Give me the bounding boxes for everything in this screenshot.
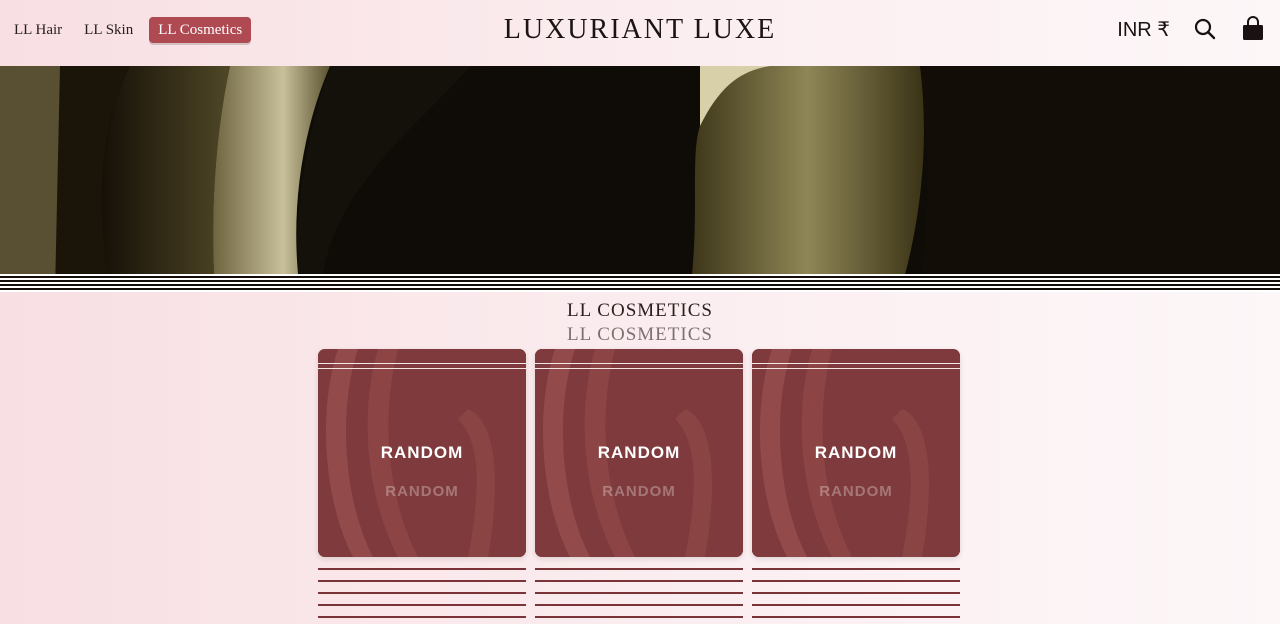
- product-card[interactable]: RANDOM RANDOM: [535, 349, 743, 620]
- card-label-echo: RANDOM: [385, 483, 459, 500]
- hero-banner: [0, 66, 1280, 292]
- card-label-echo: RANDOM: [602, 483, 676, 500]
- section-title-echo: LL COSMETICS: [567, 324, 713, 340]
- card-footer: [752, 562, 960, 620]
- card-top-lines: [318, 363, 526, 373]
- card-label: RANDOM: [597, 443, 681, 462]
- hero-image: [0, 66, 1280, 292]
- currency-selector[interactable]: INR ₹: [1117, 17, 1170, 42]
- card-footer: [535, 562, 743, 620]
- card-image[interactable]: RANDOM RANDOM: [318, 349, 526, 557]
- site-header: LL Hair LL Skin LL Cosmetics LUXURIANT L…: [0, 0, 1280, 66]
- product-card[interactable]: RANDOM RANDOM: [318, 349, 526, 620]
- card-top-lines: [752, 363, 960, 373]
- search-icon[interactable]: [1192, 16, 1218, 42]
- site-logo[interactable]: LUXURIANT LUXE: [0, 14, 1280, 46]
- card-image[interactable]: RANDOM RANDOM: [535, 349, 743, 557]
- hero-divider: [0, 274, 1280, 292]
- card-label: RANDOM: [814, 443, 898, 462]
- card-label-echo: RANDOM: [819, 483, 893, 500]
- card-footer: [318, 562, 526, 620]
- card-top-lines: [535, 363, 743, 373]
- product-card[interactable]: RANDOM RANDOM: [752, 349, 960, 620]
- card-image[interactable]: RANDOM RANDOM: [752, 349, 960, 557]
- card-label: RANDOM: [380, 443, 464, 462]
- header-actions: INR ₹: [1117, 16, 1266, 42]
- product-cards: RANDOM RANDOM RANDOM RANDOM RANDOM RANDO…: [318, 349, 960, 620]
- section-title: LL COSMETICS: [567, 300, 713, 321]
- shopping-bag-icon[interactable]: [1240, 16, 1266, 42]
